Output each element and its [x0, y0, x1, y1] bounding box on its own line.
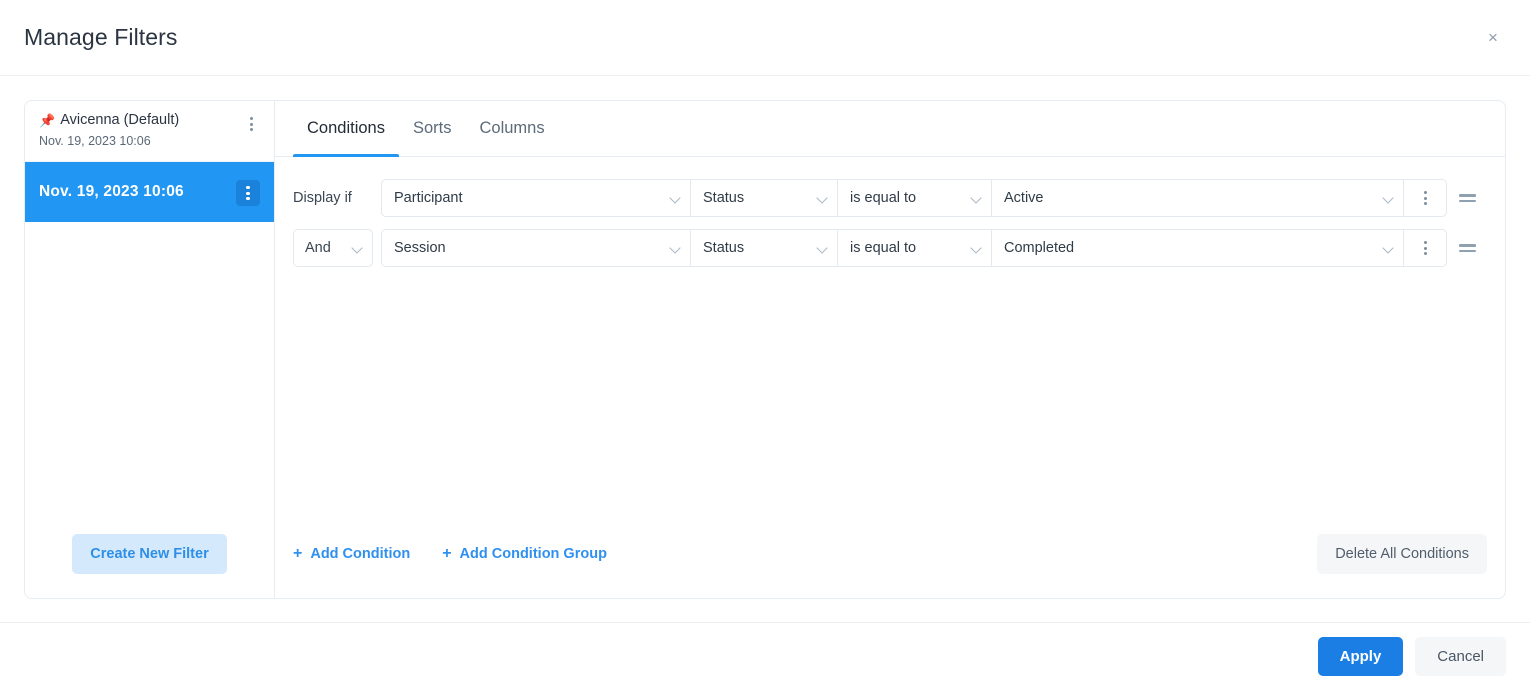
drag-handle-icon[interactable] [1447, 179, 1487, 217]
condition-operator-select[interactable]: is equal to [837, 179, 992, 217]
delete-all-conditions-button[interactable]: Delete All Conditions [1317, 534, 1487, 574]
dialog-body: 📌 Avicenna (Default) Nov. 19, 2023 10:06… [0, 76, 1530, 622]
filter-sidebar: 📌 Avicenna (Default) Nov. 19, 2023 10:06… [25, 101, 275, 598]
filter-list: 📌 Avicenna (Default) Nov. 19, 2023 10:06… [25, 101, 274, 534]
drag-handle-icon[interactable] [1447, 229, 1487, 267]
page-title: Manage Filters [24, 24, 178, 51]
dialog-header: Manage Filters × [0, 0, 1530, 76]
condition-subject-value: Session [394, 240, 446, 256]
manage-filters-dialog: Manage Filters × 📌 Avicenna (Default) No… [0, 0, 1530, 690]
tab-sorts[interactable]: Sorts [399, 101, 466, 156]
pin-icon: 📌 [39, 114, 55, 127]
plus-icon: + [442, 546, 451, 562]
add-condition-group-button[interactable]: + Add Condition Group [442, 546, 607, 562]
condition-value: Active [1004, 190, 1044, 206]
condition-subject-value: Participant [394, 190, 463, 206]
condition-attribute-select[interactable]: Status [690, 229, 838, 267]
cancel-button[interactable]: Cancel [1415, 637, 1506, 676]
add-links: + Add Condition + Add Condition Group [293, 546, 607, 562]
condition-fields: Participant Status is equal to [381, 179, 1447, 217]
condition-operator-value: is equal to [850, 190, 916, 206]
add-condition-label: Add Condition [310, 546, 410, 562]
filter-name: Avicenna (Default) [60, 111, 179, 130]
condition-operator-select[interactable]: is equal to [837, 229, 992, 267]
list-item[interactable]: Nov. 19, 2023 10:06 [25, 162, 274, 222]
condition-operator-value: is equal to [850, 240, 916, 256]
chevron-down-icon [817, 193, 828, 204]
conditions-area: Display if Participant Status [275, 157, 1505, 534]
chevron-down-icon [971, 193, 982, 204]
chevron-down-icon [1383, 193, 1394, 204]
chevron-down-icon [670, 193, 681, 204]
chevron-down-icon [670, 243, 681, 254]
condition-value-select[interactable]: Active [991, 179, 1404, 217]
apply-button[interactable]: Apply [1318, 637, 1404, 676]
tab-columns[interactable]: Columns [465, 101, 558, 156]
conditions-footer: + Add Condition + Add Condition Group De… [275, 534, 1505, 598]
dialog-footer: Apply Cancel [0, 622, 1530, 690]
chevron-down-icon [352, 243, 363, 254]
chevron-down-icon [971, 243, 982, 254]
filter-name-row: 📌 Avicenna (Default) [39, 111, 179, 130]
list-item[interactable]: 📌 Avicenna (Default) Nov. 19, 2023 10:06 [25, 101, 274, 162]
filter-options-icon[interactable] [242, 113, 260, 135]
condition-value-select[interactable]: Completed [991, 229, 1404, 267]
filter-date: Nov. 19, 2023 10:06 [39, 133, 179, 149]
filter-name: Nov. 19, 2023 10:06 [39, 183, 184, 201]
sidebar-footer: Create New Filter [25, 534, 274, 598]
add-condition-group-label: Add Condition Group [460, 546, 607, 562]
filter-options-icon[interactable] [236, 180, 260, 206]
condition-fields: Session Status is equal to [381, 229, 1447, 267]
condition-row: Display if Participant Status [293, 179, 1487, 217]
condition-row: And Session Status [293, 229, 1487, 267]
add-condition-button[interactable]: + Add Condition [293, 546, 410, 562]
plus-icon: + [293, 546, 302, 562]
filter-main: Conditions Sorts Columns Display if Part… [275, 101, 1505, 598]
condition-logic-select[interactable]: And [293, 229, 373, 267]
condition-value: Completed [1004, 240, 1074, 256]
condition-attribute-select[interactable]: Status [690, 179, 838, 217]
chevron-down-icon [817, 243, 828, 254]
filters-panel: 📌 Avicenna (Default) Nov. 19, 2023 10:06… [24, 100, 1506, 599]
close-icon[interactable]: × [1480, 25, 1506, 51]
condition-logic-value: And [305, 240, 331, 256]
tab-conditions[interactable]: Conditions [293, 101, 399, 156]
condition-attribute-value: Status [703, 240, 744, 256]
tab-bar: Conditions Sorts Columns [275, 101, 1505, 157]
condition-subject-select[interactable]: Session [381, 229, 691, 267]
condition-subject-select[interactable]: Participant [381, 179, 691, 217]
create-new-filter-button[interactable]: Create New Filter [72, 534, 226, 574]
display-if-label: Display if [293, 190, 381, 206]
condition-attribute-value: Status [703, 190, 744, 206]
condition-options-icon[interactable] [1403, 229, 1447, 267]
condition-options-icon[interactable] [1403, 179, 1447, 217]
chevron-down-icon [1383, 243, 1394, 254]
